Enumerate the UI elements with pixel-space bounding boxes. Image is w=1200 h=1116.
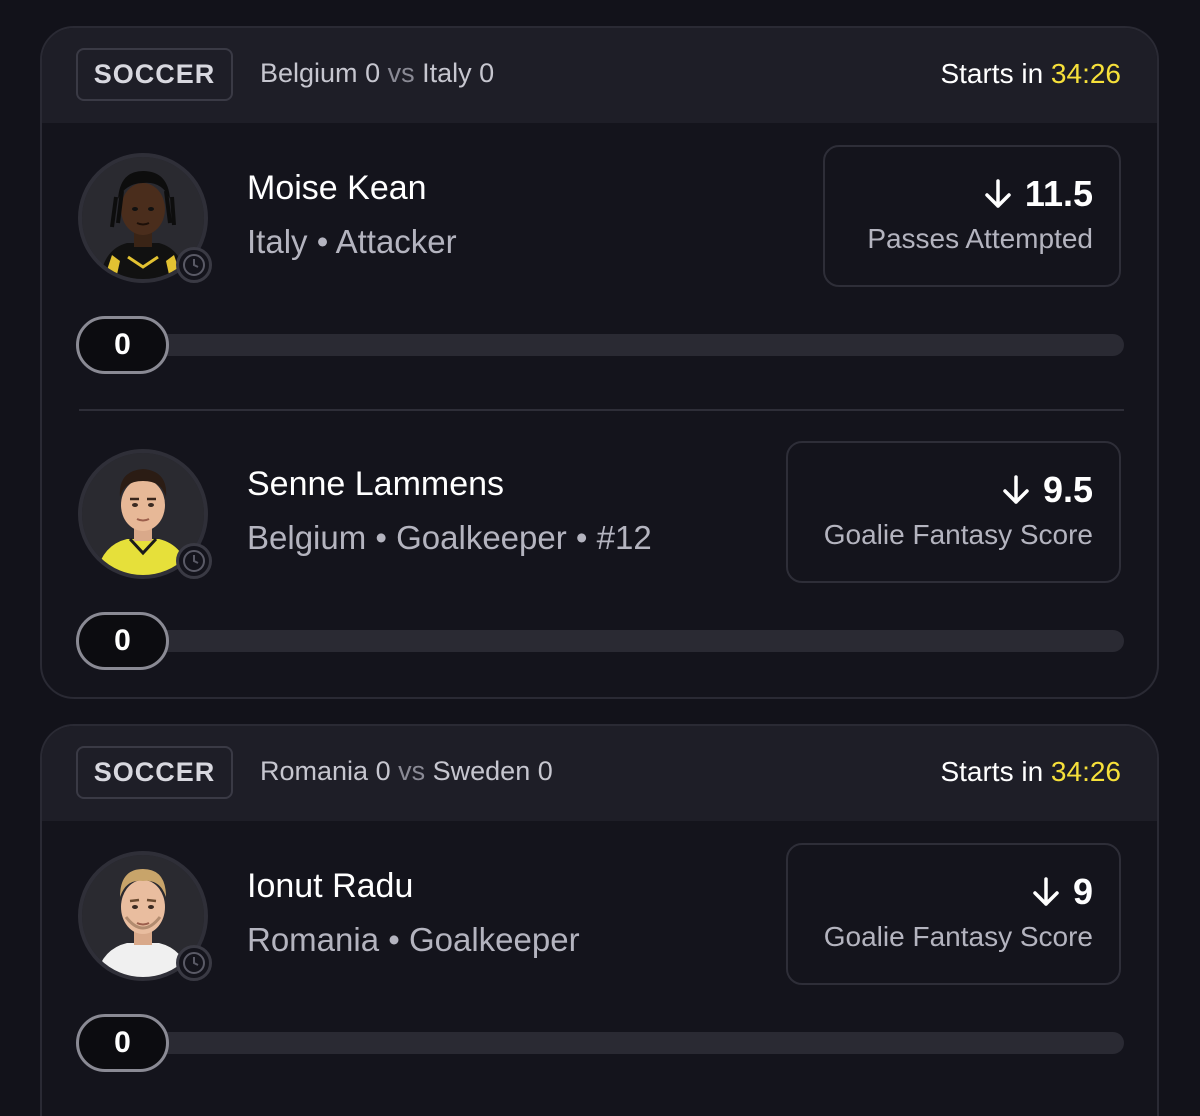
stat-label: Passes Attempted <box>867 223 1093 254</box>
progress-track <box>82 334 1124 356</box>
arrow-down-icon <box>1029 875 1063 909</box>
countdown-timer: 34:26 <box>1050 58 1121 89</box>
player-name: Ionut Radu <box>247 867 414 905</box>
sport-badge: SOCCER <box>76 746 233 799</box>
team-b-score: 0 <box>537 756 553 786</box>
clock-icon <box>176 945 212 981</box>
player-name: Senne Lammens <box>247 465 505 503</box>
arrow-down-icon <box>999 473 1033 507</box>
team-a-name: Romania <box>260 756 369 786</box>
player-name: Moise Kean <box>247 169 427 207</box>
progress-track <box>82 1032 1124 1054</box>
stat-label: Goalie Fantasy Score <box>823 519 1093 550</box>
player-meta: Belgium • Goalkeeper • #12 <box>247 519 652 556</box>
team-a-score: 0 <box>375 756 391 786</box>
starts-label: Starts in <box>940 756 1044 787</box>
pick-row[interactable]: Senne Lammens Belgium • Goalkeeper • #12… <box>42 441 1157 697</box>
progress-value: 0 <box>76 612 169 670</box>
line-value-row: 11.5 <box>851 173 1093 215</box>
team-b-score: 0 <box>479 58 495 88</box>
sport-badge: SOCCER <box>76 48 233 101</box>
progress-track <box>82 630 1124 652</box>
pick-row[interactable]: Moise Kean Italy • Attacker 11.5 Passes … <box>42 145 1157 413</box>
projection-box[interactable]: 11.5 Passes Attempted <box>823 145 1121 287</box>
line-value-row: 9.5 <box>814 469 1093 511</box>
game-card: SOCCER Belgium 0 vs Italy 0 Starts in 34… <box>40 26 1159 699</box>
line-value: 9.5 <box>1042 469 1093 510</box>
team-b-name: Sweden <box>432 756 531 786</box>
start-countdown: Starts in 34:26 <box>940 756 1121 788</box>
vs-label: vs <box>398 756 426 786</box>
line-value: 11.5 <box>1024 173 1093 214</box>
line-value-row: 9 <box>814 871 1093 913</box>
start-countdown: Starts in 34:26 <box>940 58 1121 90</box>
clock-icon <box>176 543 212 579</box>
line-value: 9 <box>1072 871 1093 912</box>
team-b-name: Italy <box>422 58 472 88</box>
projection-box[interactable]: 9 Goalie Fantasy Score <box>786 843 1121 985</box>
game-card: SOCCER Romania 0 vs Sweden 0 Starts in 3… <box>40 724 1159 1116</box>
arrow-down-icon <box>981 177 1015 211</box>
player-meta: Italy • Attacker <box>247 223 457 260</box>
clock-icon <box>176 247 212 283</box>
matchup: Romania 0 vs Sweden 0 <box>260 756 553 787</box>
vs-label: vs <box>387 58 415 88</box>
game-header: SOCCER Belgium 0 vs Italy 0 Starts in 34… <box>42 28 1157 123</box>
matchup: Belgium 0 vs Italy 0 <box>260 58 494 89</box>
progress-value: 0 <box>76 1014 169 1072</box>
team-a-name: Belgium <box>260 58 358 88</box>
pick-row[interactable]: Ionut Radu Romania • Goalkeeper 9 Goalie… <box>42 843 1157 1111</box>
divider <box>79 409 1124 411</box>
player-meta: Romania • Goalkeeper <box>247 921 580 958</box>
starts-label: Starts in <box>940 58 1044 89</box>
stat-label: Goalie Fantasy Score <box>823 921 1093 952</box>
team-a-score: 0 <box>365 58 381 88</box>
progress-value: 0 <box>76 316 169 374</box>
countdown-timer: 34:26 <box>1050 756 1121 787</box>
game-header: SOCCER Romania 0 vs Sweden 0 Starts in 3… <box>42 726 1157 821</box>
projection-box[interactable]: 9.5 Goalie Fantasy Score <box>786 441 1121 583</box>
